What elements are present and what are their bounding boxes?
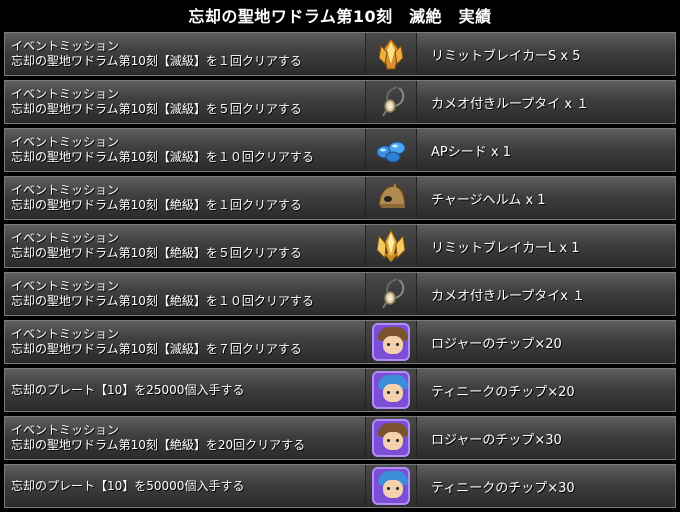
tinique-chip-icon — [372, 467, 410, 505]
condition-text: 忘却のプレート【10】を50000個入手する — [11, 478, 245, 493]
list-item: イベントミッション 忘却の聖地ワドラム第10刻【絶級】を１０回クリアする カメオ… — [4, 272, 676, 316]
condition-text: 忘却の聖地ワドラム第10刻【滅級】を７回クリアする — [11, 342, 302, 356]
reward-icon-cell — [365, 225, 417, 267]
reward-icon-cell — [365, 417, 417, 459]
tinique-chip-icon — [372, 371, 410, 409]
condition-category: イベントミッション — [11, 327, 120, 341]
condition: イベントミッション 忘却の聖地ワドラム第10刻【絶級】を１回クリアする — [5, 177, 365, 219]
condition-text: 忘却の聖地ワドラム第10刻【絶級】を５回クリアする — [11, 246, 302, 260]
condition-category: イベントミッション — [11, 39, 120, 53]
reward-text: リミットブレイカーS x 5 — [431, 48, 581, 64]
reward-text: カメオ付きループタイ x １ — [431, 96, 590, 112]
condition-text: 忘却の聖地ワドラム第10刻【滅級】を１回クリアする — [11, 54, 302, 68]
list-item: イベントミッション 忘却の聖地ワドラム第10刻【滅級】を７回クリアする ロジャー… — [4, 320, 676, 364]
list-item: イベントミッション 忘却の聖地ワドラム第10刻【滅級】を１回クリアする リミット… — [4, 32, 676, 76]
reward-icon-cell — [365, 81, 417, 123]
condition-category: イベントミッション — [11, 135, 120, 149]
condition-category: イベントミッション — [11, 423, 120, 437]
condition-text: 忘却の聖地ワドラム第10刻【絶級】を１０回クリアする — [11, 294, 314, 308]
condition: イベントミッション 忘却の聖地ワドラム第10刻【滅級】を１０回クリアする — [5, 129, 365, 171]
condition: イベントミッション 忘却の聖地ワドラム第10刻【滅級】を１回クリアする — [5, 33, 365, 75]
condition: 忘却のプレート【10】を25000個入手する — [5, 369, 365, 411]
reward-icon-cell — [365, 177, 417, 219]
achievement-table: 忘却の聖地ワドラム第10刻 滅絶 実績 イベントミッション 忘却の聖地ワドラム第… — [0, 0, 680, 509]
condition-text: 忘却の聖地ワドラム第10刻【絶級】を１回クリアする — [11, 198, 302, 212]
reward-text: カメオ付きループタイx １ — [431, 288, 586, 304]
condition: イベントミッション 忘却の聖地ワドラム第10刻【滅級】を５回クリアする — [5, 81, 365, 123]
reward-icon-cell — [365, 321, 417, 363]
page-title: 忘却の聖地ワドラム第10刻 滅絶 実績 — [0, 0, 680, 30]
condition: イベントミッション 忘却の聖地ワドラム第10刻【絶級】を１０回クリアする — [5, 273, 365, 315]
cameo-loop-tie-icon — [371, 83, 411, 121]
limit-breaker-l-icon — [371, 227, 411, 265]
ap-seed-icon — [371, 131, 411, 169]
list-item: 忘却のプレート【10】を50000個入手する ティニークのチップ×30 — [4, 464, 676, 508]
condition: イベントミッション 忘却の聖地ワドラム第10刻【滅級】を７回クリアする — [5, 321, 365, 363]
list-item: イベントミッション 忘却の聖地ワドラム第10刻【絶級】を１回クリアする チャージ… — [4, 176, 676, 220]
limit-breaker-s-icon — [371, 35, 411, 73]
reward-icon-cell — [365, 273, 417, 315]
charge-helm-icon — [371, 179, 411, 217]
condition-text: 忘却の聖地ワドラム第10刻【滅級】を５回クリアする — [11, 102, 302, 116]
condition-text: 忘却のプレート【10】を25000個入手する — [11, 382, 245, 397]
reward-icon-cell — [365, 369, 417, 411]
condition: イベントミッション 忘却の聖地ワドラム第10刻【絶級】を20回クリアする — [5, 417, 365, 459]
condition-category: イベントミッション — [11, 231, 120, 245]
reward-icon-cell — [365, 465, 417, 507]
reward-text: ティニークのチップ×20 — [431, 384, 575, 400]
condition-category: イベントミッション — [11, 183, 120, 197]
roger-chip-icon — [372, 323, 410, 361]
reward-text: APシード x 1 — [431, 144, 511, 160]
list-item: イベントミッション 忘却の聖地ワドラム第10刻【滅級】を５回クリアする カメオ付… — [4, 80, 676, 124]
roger-chip-icon — [372, 419, 410, 457]
reward-text: ロジャーのチップ×20 — [431, 336, 562, 352]
list-item: イベントミッション 忘却の聖地ワドラム第10刻【絶級】を５回クリアする リミット… — [4, 224, 676, 268]
list-item: イベントミッション 忘却の聖地ワドラム第10刻【滅級】を１０回クリアする APシ… — [4, 128, 676, 172]
condition: 忘却のプレート【10】を50000個入手する — [5, 465, 365, 507]
condition-category: イベントミッション — [11, 87, 120, 101]
condition: イベントミッション 忘却の聖地ワドラム第10刻【絶級】を５回クリアする — [5, 225, 365, 267]
reward-text: ティニークのチップ×30 — [431, 480, 575, 496]
reward-text: ロジャーのチップ×30 — [431, 432, 562, 448]
reward-icon-cell — [365, 33, 417, 75]
condition-category: イベントミッション — [11, 279, 120, 293]
list-item: 忘却のプレート【10】を25000個入手する ティニークのチップ×20 — [4, 368, 676, 412]
condition-text: 忘却の聖地ワドラム第10刻【滅級】を１０回クリアする — [11, 150, 314, 164]
condition-text: 忘却の聖地ワドラム第10刻【絶級】を20回クリアする — [11, 438, 306, 452]
reward-text: リミットブレイカーL x 1 — [431, 240, 580, 256]
cameo-loop-tie-icon — [371, 275, 411, 313]
reward-icon-cell — [365, 129, 417, 171]
reward-text: チャージヘルム x 1 — [431, 192, 546, 208]
list-item: イベントミッション 忘却の聖地ワドラム第10刻【絶級】を20回クリアする ロジャ… — [4, 416, 676, 460]
achievement-list: イベントミッション 忘却の聖地ワドラム第10刻【滅級】を１回クリアする リミット… — [4, 32, 676, 512]
